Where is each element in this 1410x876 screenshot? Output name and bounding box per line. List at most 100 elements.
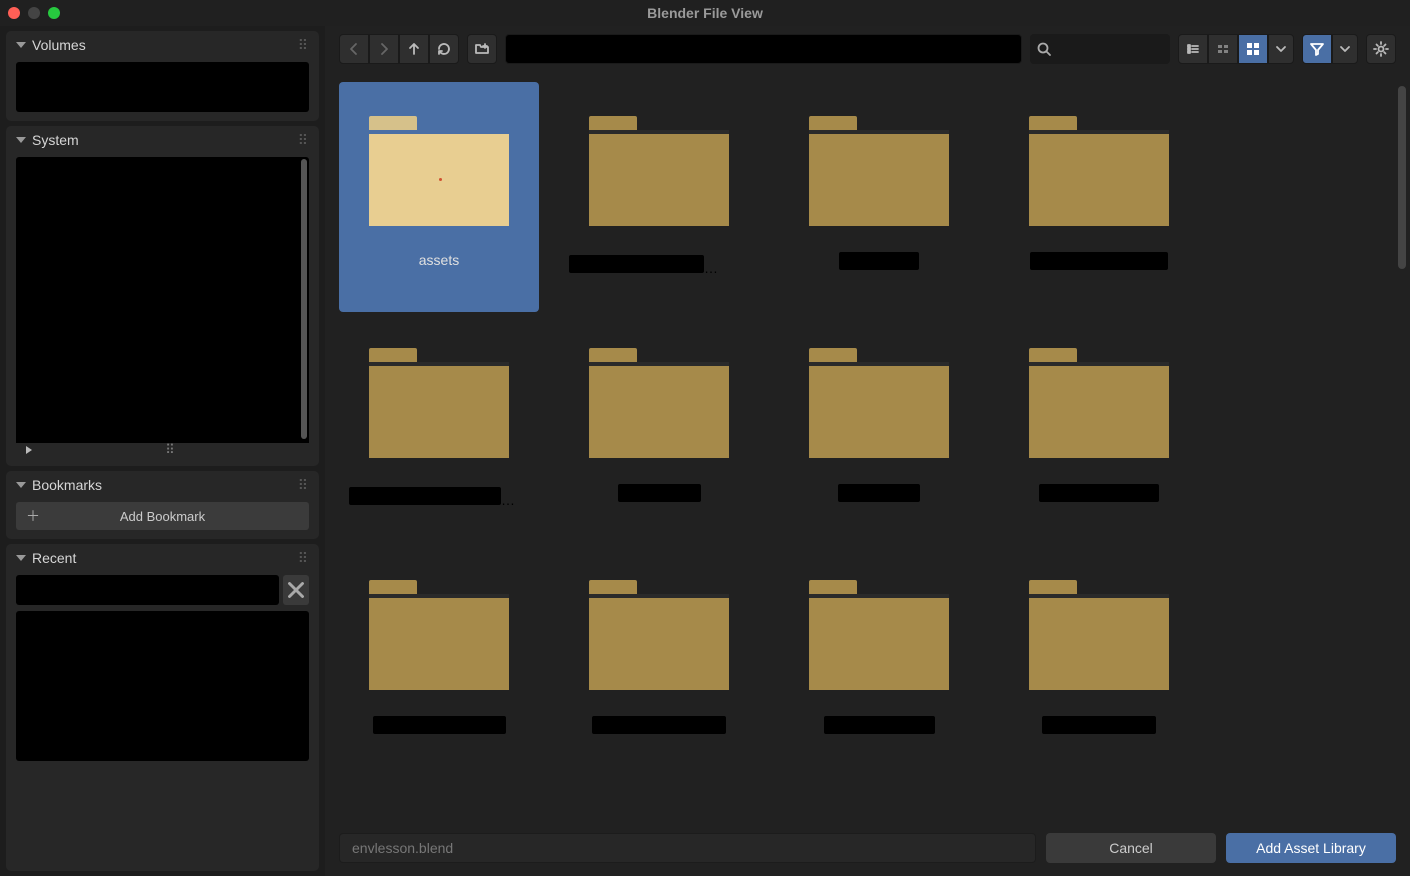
folder-icon (369, 348, 509, 458)
titlebar: Blender File View (0, 0, 1410, 26)
view-options-dropdown[interactable] (1268, 34, 1294, 64)
folder-item[interactable] (559, 546, 759, 776)
folder-label (349, 484, 529, 508)
system-list[interactable]: ⠿ (16, 157, 309, 457)
filter-button[interactable] (1302, 34, 1332, 64)
maximize-window-button[interactable] (48, 7, 60, 19)
grid-icon (1245, 41, 1261, 57)
folder-item[interactable] (779, 314, 979, 544)
recent-header[interactable]: Recent ⠿ (6, 544, 319, 572)
system-panel: System ⠿ ⠿ (6, 126, 319, 466)
plus-icon: ＋ (26, 506, 40, 526)
expand-icon[interactable] (26, 446, 32, 454)
bookmarks-header[interactable]: Bookmarks ⠿ (6, 471, 319, 499)
folder-item[interactable]: assets (339, 82, 539, 312)
close-window-button[interactable] (8, 7, 20, 19)
window-controls (8, 7, 60, 19)
folder-icon (589, 116, 729, 226)
folder-label (592, 716, 726, 737)
drag-handle-icon[interactable]: ⠿ (298, 37, 309, 54)
path-input[interactable] (505, 34, 1022, 64)
sidebar: Volumes ⠿ System ⠿ ⠿ (0, 26, 325, 876)
resize-handle-icon[interactable]: ⠿ (165, 442, 176, 458)
add-asset-library-button[interactable]: Add Asset Library (1226, 833, 1396, 863)
volumes-header[interactable]: Volumes ⠿ (6, 31, 319, 59)
thumbnail-view-button[interactable] (1238, 34, 1268, 64)
chevron-down-icon (1337, 41, 1353, 57)
folder-icon (369, 580, 509, 690)
folder-label (618, 484, 701, 505)
arrow-left-icon (346, 41, 362, 57)
minimize-window-button[interactable] (28, 7, 40, 19)
list-view-horizontal-button[interactable] (1208, 34, 1238, 64)
bookmarks-panel: Bookmarks ⠿ ＋ Add Bookmark (6, 471, 319, 539)
scrollbar[interactable] (1398, 86, 1406, 816)
scrollbar[interactable] (301, 159, 307, 439)
list-vertical-icon (1185, 41, 1201, 57)
remove-recent-button[interactable] (283, 575, 309, 605)
folder-item[interactable] (779, 546, 979, 776)
refresh-button[interactable] (429, 34, 459, 64)
main-area: assets Cancel Add Asset Library (325, 26, 1410, 876)
arrow-right-icon (376, 41, 392, 57)
folder-item[interactable] (339, 314, 539, 544)
folder-item[interactable] (779, 82, 979, 312)
folder-icon (809, 116, 949, 226)
drag-handle-icon[interactable]: ⠿ (298, 550, 309, 567)
file-grid: assets (325, 72, 1410, 820)
forward-button[interactable] (369, 34, 399, 64)
folder-icon (589, 580, 729, 690)
chevron-down-icon (16, 42, 26, 48)
recent-item[interactable] (16, 575, 279, 605)
volumes-label: Volumes (32, 37, 86, 53)
volumes-list[interactable] (16, 62, 309, 112)
folder-label (1042, 716, 1156, 737)
folder-label: assets (419, 252, 459, 268)
folder-icon (1029, 348, 1169, 458)
folder-label (824, 716, 935, 737)
folder-label (1030, 252, 1168, 273)
folder-item[interactable] (559, 314, 759, 544)
folder-item[interactable] (999, 546, 1199, 776)
add-bookmark-button[interactable]: ＋ Add Bookmark (16, 502, 309, 530)
recent-list[interactable] (16, 611, 309, 761)
filter-dropdown[interactable] (1332, 34, 1358, 64)
volumes-panel: Volumes ⠿ (6, 31, 319, 121)
toolbar (325, 26, 1410, 72)
add-bookmark-label: Add Bookmark (120, 509, 205, 524)
drag-handle-icon[interactable]: ⠿ (298, 477, 309, 494)
search-box[interactable] (1030, 34, 1170, 64)
settings-button[interactable] (1366, 34, 1396, 64)
bookmarks-label: Bookmarks (32, 477, 102, 493)
recent-label: Recent (32, 550, 76, 566)
folder-item[interactable] (999, 82, 1199, 312)
folder-icon (369, 116, 509, 226)
chevron-down-icon (1273, 41, 1289, 57)
list-view-vertical-button[interactable] (1178, 34, 1208, 64)
new-folder-button[interactable] (467, 34, 497, 64)
arrow-up-icon (406, 41, 422, 57)
folder-label (373, 716, 506, 737)
folder-item[interactable] (999, 314, 1199, 544)
folder-label (838, 484, 920, 505)
scrollbar-thumb[interactable] (1398, 86, 1406, 269)
chevron-down-icon (16, 482, 26, 488)
chevron-down-icon (16, 555, 26, 561)
parent-button[interactable] (399, 34, 429, 64)
folder-item[interactable] (559, 82, 759, 312)
folder-item[interactable] (339, 546, 539, 776)
system-label: System (32, 132, 79, 148)
drag-handle-icon[interactable]: ⠿ (298, 132, 309, 149)
folder-icon (1029, 116, 1169, 226)
folder-icon (809, 348, 949, 458)
filename-input[interactable] (339, 833, 1036, 863)
refresh-icon (436, 41, 452, 57)
folder-label (1039, 484, 1159, 505)
system-header[interactable]: System ⠿ (6, 126, 319, 154)
back-button[interactable] (339, 34, 369, 64)
cancel-button[interactable]: Cancel (1046, 833, 1216, 863)
search-icon (1036, 41, 1052, 57)
new-folder-icon (474, 41, 490, 57)
folder-label (839, 252, 919, 273)
folder-icon (1029, 580, 1169, 690)
